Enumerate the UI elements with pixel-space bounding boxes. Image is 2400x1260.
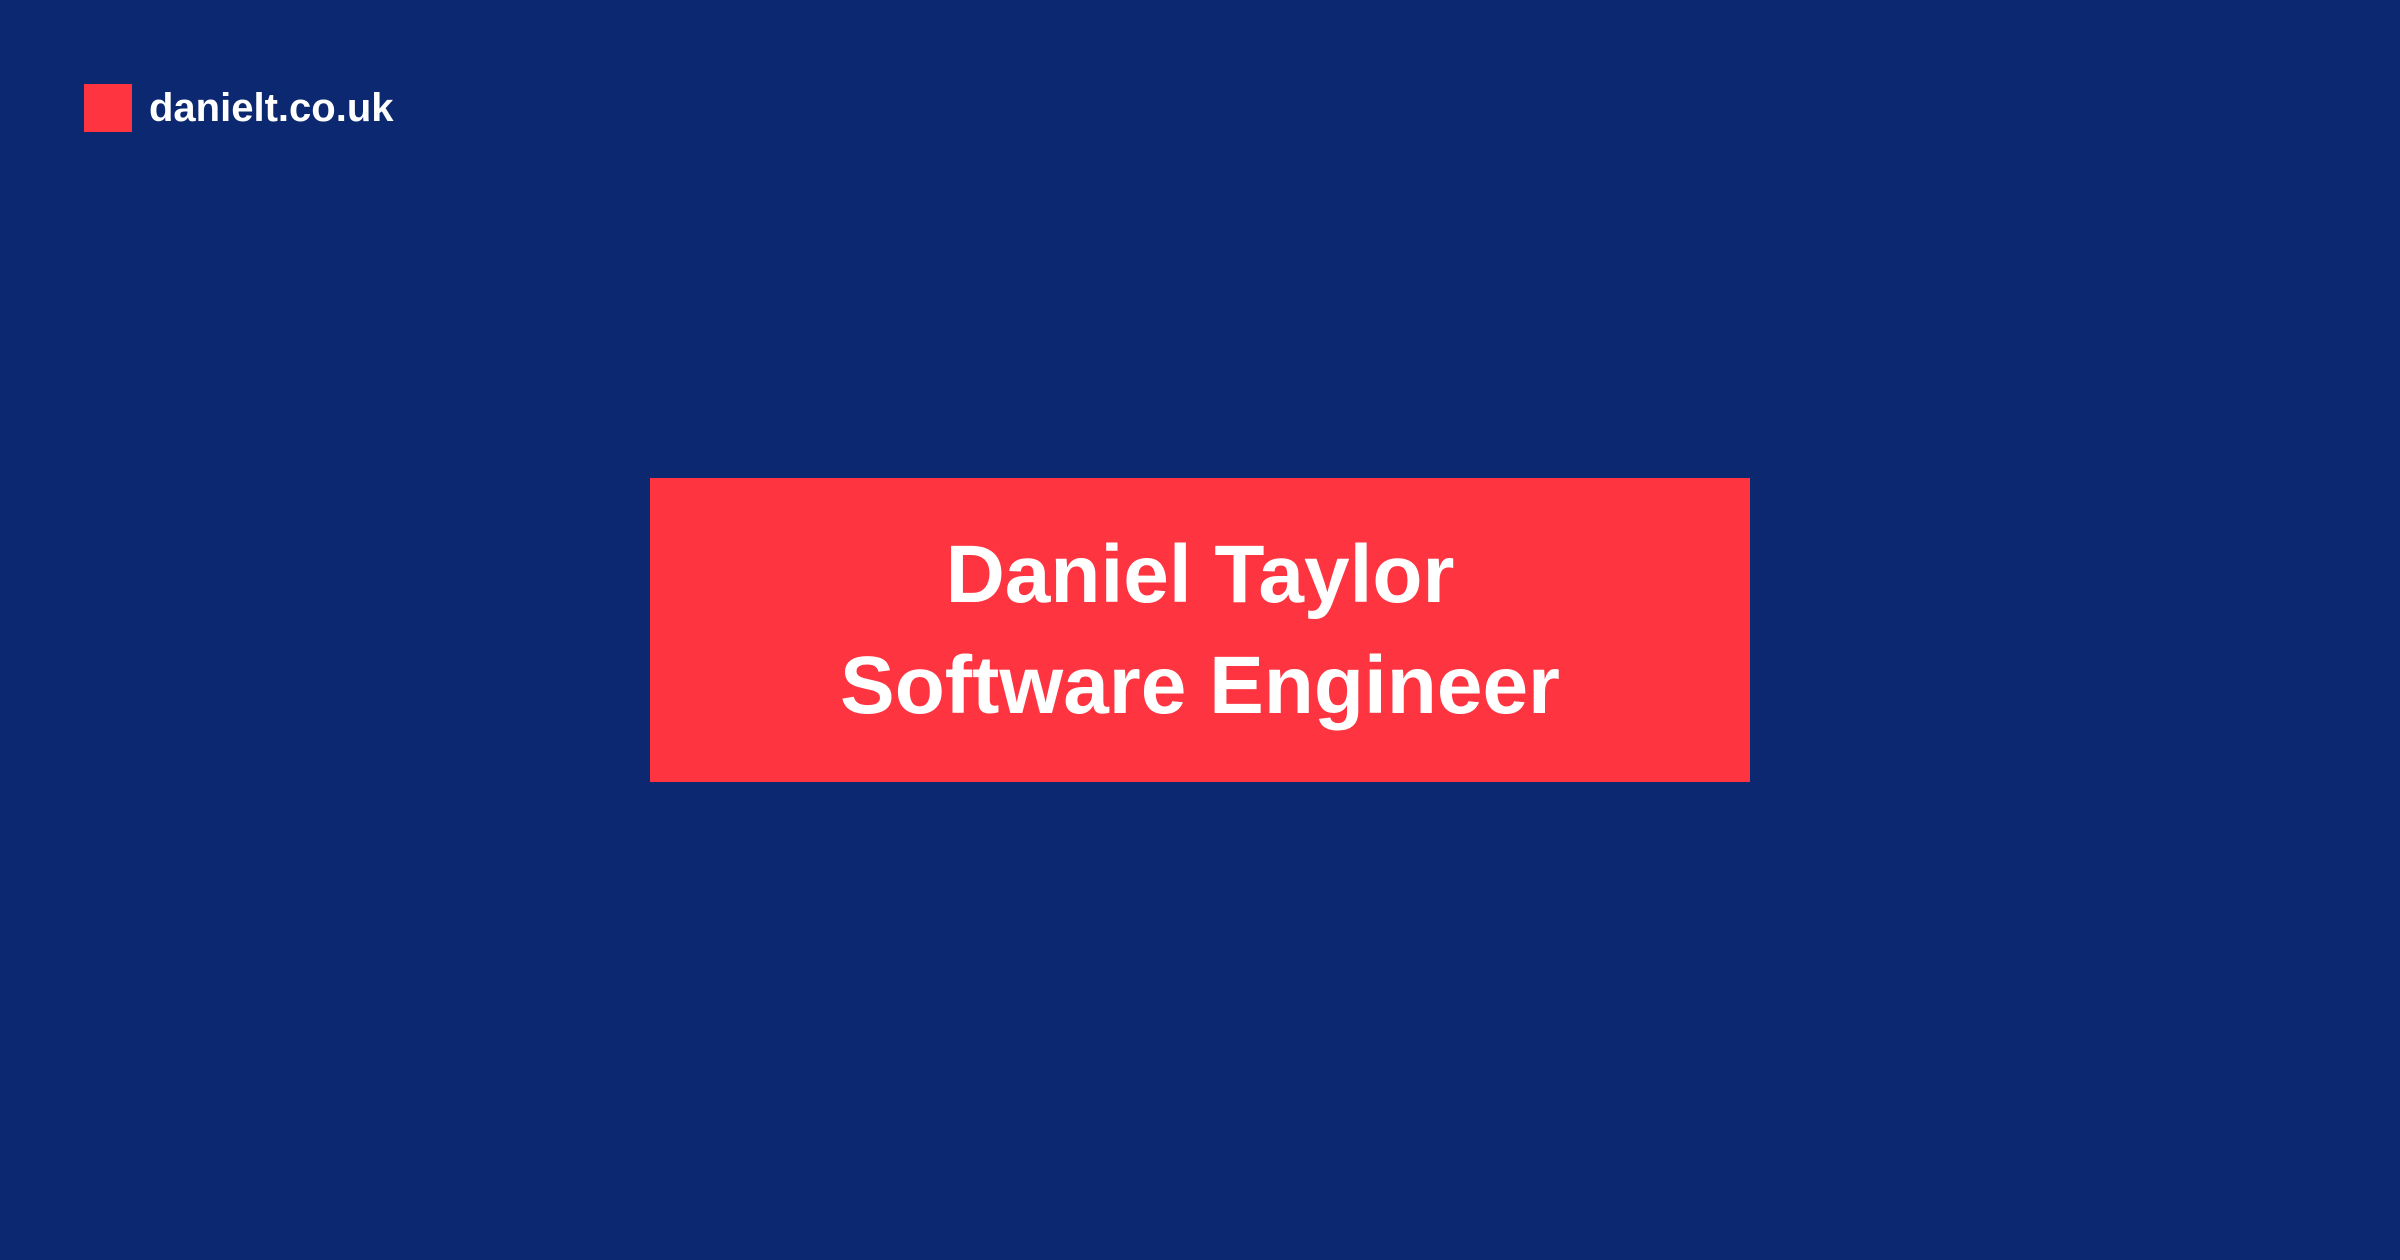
site-name: danielt.co.uk (149, 86, 394, 130)
site-brand[interactable]: danielt.co.uk (84, 84, 394, 132)
job-title: Software Engineer (840, 640, 1560, 731)
logo-square-icon (84, 84, 132, 132)
title-card: Daniel Taylor Software Engineer (650, 478, 1750, 782)
author-name: Daniel Taylor (945, 529, 1455, 620)
